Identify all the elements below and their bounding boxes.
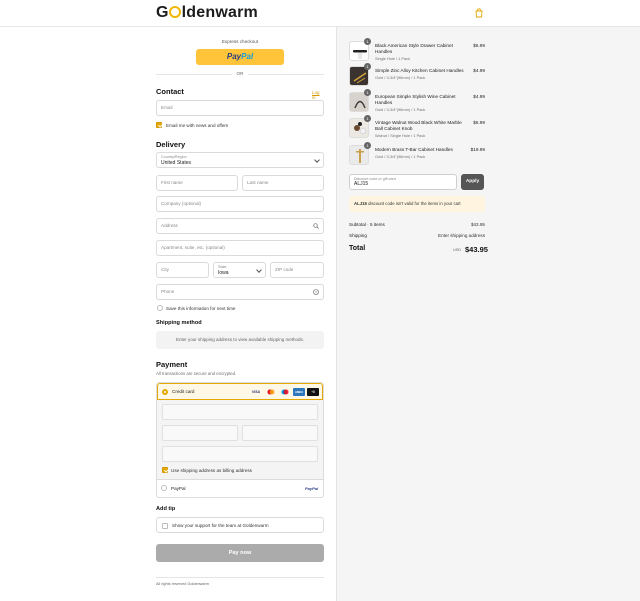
total-currency: USD <box>453 248 462 252</box>
shipping-method-notice: Enter your shipping address to view avai… <box>156 331 324 349</box>
card-number-field[interactable] <box>162 404 318 420</box>
item-name: Modern Brass T-Bar Cabinet Handles <box>375 147 453 152</box>
security-code-field[interactable] <box>242 425 318 441</box>
paypal-express-button[interactable]: PayPal <box>196 49 284 65</box>
item-variant: Walnut / Single Hole / 1 Pack <box>375 133 426 138</box>
payment-heading: Payment <box>156 360 188 369</box>
item-name: Black American Style Drawer Cabinet Hand… <box>375 43 453 54</box>
express-checkout-label: Express checkout <box>221 39 259 44</box>
apply-discount-button[interactable]: Apply <box>461 174 484 190</box>
or-separator: OR <box>232 71 248 76</box>
first-name-field[interactable]: First name <box>156 175 238 191</box>
item-price: $19.99 <box>470 147 485 152</box>
save-info-checkbox[interactable] <box>157 305 163 311</box>
item-price: $4.99 <box>473 94 485 99</box>
email-field[interactable]: Email <box>156 100 324 116</box>
item-name: European Simple Stylish Wine Cabinet Han… <box>375 94 456 105</box>
amex-icon: AMEX <box>293 388 305 396</box>
discount-code-field[interactable]: Discount code or gift card ALJ15 <box>349 174 457 190</box>
subtotal-value: $43.95 <box>470 222 485 227</box>
discount-field-label: Discount code or gift card <box>354 176 396 181</box>
quantity-badge: 1 <box>364 63 371 70</box>
city-field[interactable]: City <box>156 262 209 278</box>
phone-field[interactable]: Phone ? <box>156 284 324 300</box>
pay-now-button[interactable]: Pay now <box>156 544 324 562</box>
item-name: Vintage Walnut Wood Black White Marble B… <box>375 120 462 131</box>
credit-card-label: Credit card <box>172 389 195 394</box>
mastercard-icon <box>267 389 275 395</box>
more-cards-badge: +8 <box>307 388 319 396</box>
cart-item: 1 Black American Style Drawer Cabinet Ha… <box>349 38 485 63</box>
card-details-form: Use shipping address as billing address <box>157 400 323 480</box>
site-header: Gldenwarm <box>0 0 640 27</box>
shipping-label: Shipping <box>349 233 367 238</box>
payment-methods: Credit card VISA AMEX +8 Use shipping ad… <box>156 382 324 498</box>
delivery-heading: Delivery <box>156 140 186 149</box>
quantity-badge: 1 <box>364 115 371 122</box>
payment-subtitle: All transactions are secure and encrypte… <box>156 371 237 376</box>
item-variant: Single Hole / 1 Pack <box>375 56 411 61</box>
tip-checkbox[interactable] <box>162 522 168 529</box>
add-tip-heading: Add tip <box>156 506 176 512</box>
newsletter-label: Email me with news and offers <box>166 122 229 128</box>
address-field[interactable]: Address <box>156 218 324 234</box>
search-icon <box>313 223 319 229</box>
item-variant: Gold / 3-3/4"(96mm) / 1 Pack <box>375 75 426 80</box>
subtotal-label: Subtotal · 5 items <box>349 222 385 227</box>
billing-same-label: Use shipping address as billing address <box>171 467 252 473</box>
expiration-date-field[interactable] <box>162 425 238 441</box>
item-variant: Gold / 3-3/4"(96mm) / 1 Pack <box>375 154 426 159</box>
state-select[interactable]: State Iowa <box>213 262 266 278</box>
credit-card-radio[interactable] <box>162 389 168 395</box>
goldenwarm-logo[interactable]: Gldenwarm <box>156 4 258 22</box>
last-name-field[interactable]: Last name <box>242 175 324 191</box>
shipping-value: Enter shipping address <box>438 233 485 238</box>
item-name: Simple Zinc Alloy Kitchen Cabinet Handle… <box>375 68 464 73</box>
quantity-badge: 1 <box>364 142 371 149</box>
item-price: $6.99 <box>473 120 485 125</box>
apartment-field[interactable]: Apartment, suite, etc. (optional) <box>156 240 324 256</box>
quantity-badge: 1 <box>364 89 371 96</box>
cart-item: 1 European Simple Stylish Wine Cabinet H… <box>349 89 485 114</box>
total-value: $43.95 <box>465 245 488 254</box>
zip-code-field[interactable]: ZIP code <box>270 262 324 278</box>
billing-same-checkbox[interactable] <box>162 467 168 473</box>
divider <box>156 577 324 578</box>
credit-card-option[interactable]: Credit card VISA AMEX +8 <box>157 383 323 400</box>
paypal-option-label[interactable]: PayPal <box>171 486 186 491</box>
total-label: Total <box>349 245 366 252</box>
save-info-label: Save this information for next time <box>166 305 236 311</box>
quantity-badge: 1 <box>364 38 371 45</box>
cart-item: 1 Vintage Walnut Wood Black White Marble… <box>349 115 485 140</box>
help-icon[interactable]: ? <box>313 289 319 295</box>
tip-option[interactable]: Show your support for the team at Golden… <box>156 517 324 533</box>
subtotal-row: Subtotal · 5 items $43.95 <box>349 222 485 227</box>
cart-item: 1 Modern Brass T-Bar Cabinet Handles Gold… <box>349 142 485 167</box>
shipping-method-heading: Shipping method <box>156 320 202 326</box>
discount-error-alert: ALJ15 discount code isn't valid for the … <box>349 196 485 212</box>
item-variant: Gold / 3-3/4"(96mm) / 1 Pack <box>375 107 426 112</box>
contact-heading: Contact <box>156 87 184 96</box>
phone-placeholder: Phone <box>161 289 175 294</box>
discount-field-value: ALJ15 <box>354 181 369 187</box>
shipping-row: Shipping Enter shipping address <box>349 233 485 238</box>
item-price: $4.99 <box>473 68 485 73</box>
paypal-radio[interactable] <box>161 485 167 491</box>
name-on-card-field[interactable] <box>162 446 318 462</box>
paypal-logo: PayPal <box>305 486 319 491</box>
address-placeholder: Address <box>161 223 178 228</box>
newsletter-checkbox[interactable] <box>156 122 162 128</box>
company-field[interactable]: Company (optional) <box>156 196 324 212</box>
footer-copyright: All rights reserved Goldenwarm <box>156 582 209 586</box>
visa-icon: VISA <box>252 390 260 394</box>
item-price: $6.99 <box>473 43 485 48</box>
country-select[interactable]: Country/Region United States <box>156 152 324 168</box>
cart-item: 1 Simple Zinc Alloy Kitchen Cabinet Hand… <box>349 63 485 88</box>
shopping-bag-icon[interactable] <box>474 8 484 18</box>
login-link[interactable]: Log in <box>312 90 324 100</box>
maestro-icon <box>281 389 289 395</box>
tip-label: Show your support for the team at Golden… <box>172 522 269 528</box>
